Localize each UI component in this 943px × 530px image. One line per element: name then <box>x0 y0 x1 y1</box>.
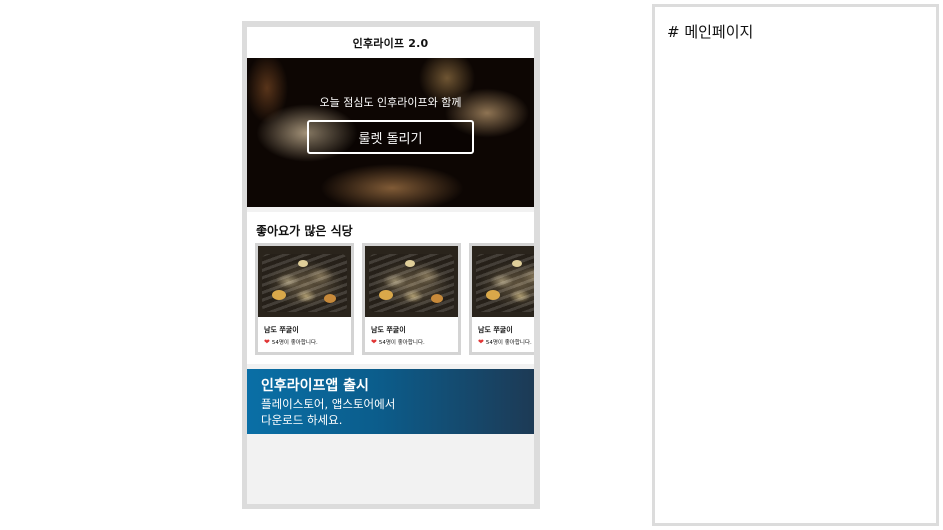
likes-text: 54명이 좋아합니다. <box>271 340 318 346</box>
restaurant-card-list[interactable]: 남도 쭈굴이 ❤ 54명이 좋아합니다. 남도 쭈굴이 ❤ 54명이 좋아합니다… <box>255 243 534 355</box>
annotation-panel: # 메인페이지 <box>652 4 939 526</box>
roulette-button-label: 룰렛 돌리기 <box>358 131 423 147</box>
restaurant-likes: ❤ 54명이 좋아합니다. <box>371 338 425 346</box>
heart-icon: ❤ <box>478 338 484 346</box>
likes-text: 54명이 좋아합니다. <box>378 340 425 346</box>
restaurant-name: 남도 쭈굴이 <box>264 326 299 334</box>
app-header: 인후라이프 2.0 <box>247 27 534 58</box>
restaurant-name: 남도 쭈굴이 <box>371 326 406 334</box>
restaurant-image <box>472 246 534 317</box>
hero-banner: 오늘 점심도 인후라이프와 함께 룰렛 돌리기 <box>247 58 534 207</box>
heart-icon: ❤ <box>371 338 377 346</box>
likes-text: 54명이 좋아합니다. <box>485 340 532 346</box>
promo-text-line2: 다운로드 하세요. <box>261 413 343 427</box>
app-release-banner[interactable]: 인후라이프앱 출시 플레이스토어, 앱스토어에서 다운로드 하세요. <box>247 369 534 434</box>
promo-title: 인후라이프앱 출시 <box>261 378 369 394</box>
restaurant-likes: ❤ 54명이 좋아합니다. <box>478 338 532 346</box>
panel-title: # 메인페이지 <box>667 23 754 41</box>
heart-icon: ❤ <box>264 338 270 346</box>
promo-text-line1: 플레이스토어, 앱스토어에서 <box>261 397 396 411</box>
roulette-button[interactable]: 룰렛 돌리기 <box>307 120 474 154</box>
app-title: 인후라이프 2.0 <box>352 36 429 50</box>
restaurant-card[interactable]: 남도 쭈굴이 ❤ 54명이 좋아합니다. <box>362 243 461 355</box>
restaurant-name: 남도 쭈굴이 <box>478 326 513 334</box>
restaurant-image <box>365 246 458 317</box>
popular-section: 좋아요가 많은 식당 남도 쭈굴이 ❤ 54명이 좋아합니다. 남도 쭈굴이 ❤ <box>247 212 534 364</box>
restaurant-likes: ❤ 54명이 좋아합니다. <box>264 338 318 346</box>
section-title: 좋아요가 많은 식당 <box>256 224 353 238</box>
restaurant-card[interactable]: 남도 쭈굴이 ❤ 54명이 좋아합니다. <box>469 243 534 355</box>
restaurant-card[interactable]: 남도 쭈굴이 ❤ 54명이 좋아합니다. <box>255 243 354 355</box>
phone-screen: 인후라이프 2.0 오늘 점심도 인후라이프와 함께 룰렛 돌리기 좋아요가 많… <box>247 27 534 504</box>
hero-tagline: 오늘 점심도 인후라이프와 함께 <box>319 96 462 109</box>
restaurant-image <box>258 246 351 317</box>
